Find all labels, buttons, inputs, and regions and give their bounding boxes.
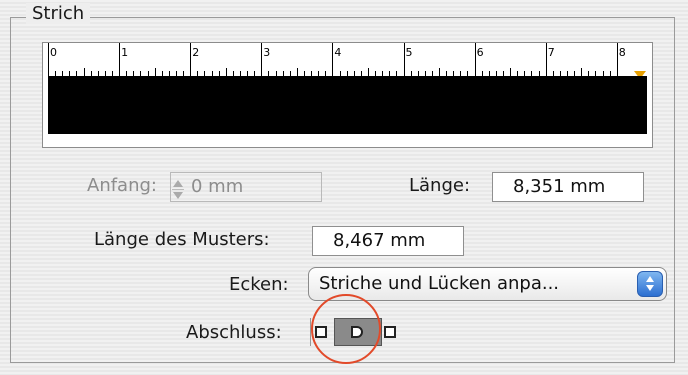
ruler-tick — [154, 68, 156, 76]
select-arrows-icon[interactable] — [637, 271, 663, 297]
ecken-select[interactable]: Striche und Lücken anpa... — [308, 267, 667, 301]
ruler-label: 8 — [618, 46, 626, 59]
anfang-field: 0 mm — [170, 172, 322, 202]
ruler-label: 1 — [121, 46, 129, 59]
ruler-tick — [510, 68, 512, 76]
ruler-tick — [474, 43, 476, 76]
musterlaenge-label: Länge des Musters: — [94, 229, 270, 250]
ruler-label: 4 — [334, 46, 342, 59]
ruler-tick — [48, 43, 49, 76]
highlight-circle — [311, 294, 381, 364]
ruler-tick — [367, 68, 369, 76]
ruler[interactable]: 0 1 2 3 4 5 6 7 8 — [43, 43, 652, 76]
ecken-label: Ecken: — [229, 274, 289, 295]
ruler-tick — [261, 43, 263, 76]
abschluss-label: Abschluss: — [186, 322, 282, 343]
ruler-tick — [581, 68, 583, 76]
dash-preview — [48, 76, 647, 134]
dash-pattern-editor[interactable]: 0 1 2 3 4 5 6 7 8 — [42, 42, 653, 148]
group-title: Strich — [26, 3, 91, 24]
laenge-field[interactable]: 8,351 mm — [492, 172, 644, 202]
ruler-label: 6 — [476, 46, 484, 59]
laenge-label: Länge: — [409, 175, 471, 196]
ruler-tick — [332, 43, 334, 76]
ecken-value: Striche und Lücken anpa... — [319, 273, 560, 294]
ruler-tick — [296, 68, 298, 76]
ruler-label: 0 — [50, 46, 57, 59]
projecting-cap-button[interactable] — [384, 318, 396, 346]
ruler-tick — [403, 43, 405, 76]
ruler-tick — [439, 68, 441, 76]
ruler-label: 7 — [547, 46, 555, 59]
ruler-tick — [119, 43, 121, 76]
ruler-label: 5 — [405, 46, 413, 59]
anfang-label: Anfang: — [87, 175, 157, 196]
musterlaenge-field[interactable]: 8,467 mm — [312, 226, 464, 256]
ruler-tick — [83, 68, 85, 76]
projecting-cap-icon — [384, 326, 396, 338]
ruler-tick — [616, 43, 618, 76]
ruler-label: 2 — [192, 46, 200, 59]
ruler-tick — [225, 68, 227, 76]
ruler-tick — [545, 43, 547, 76]
ruler-label: 3 — [263, 46, 271, 59]
ruler-tick — [190, 43, 192, 76]
